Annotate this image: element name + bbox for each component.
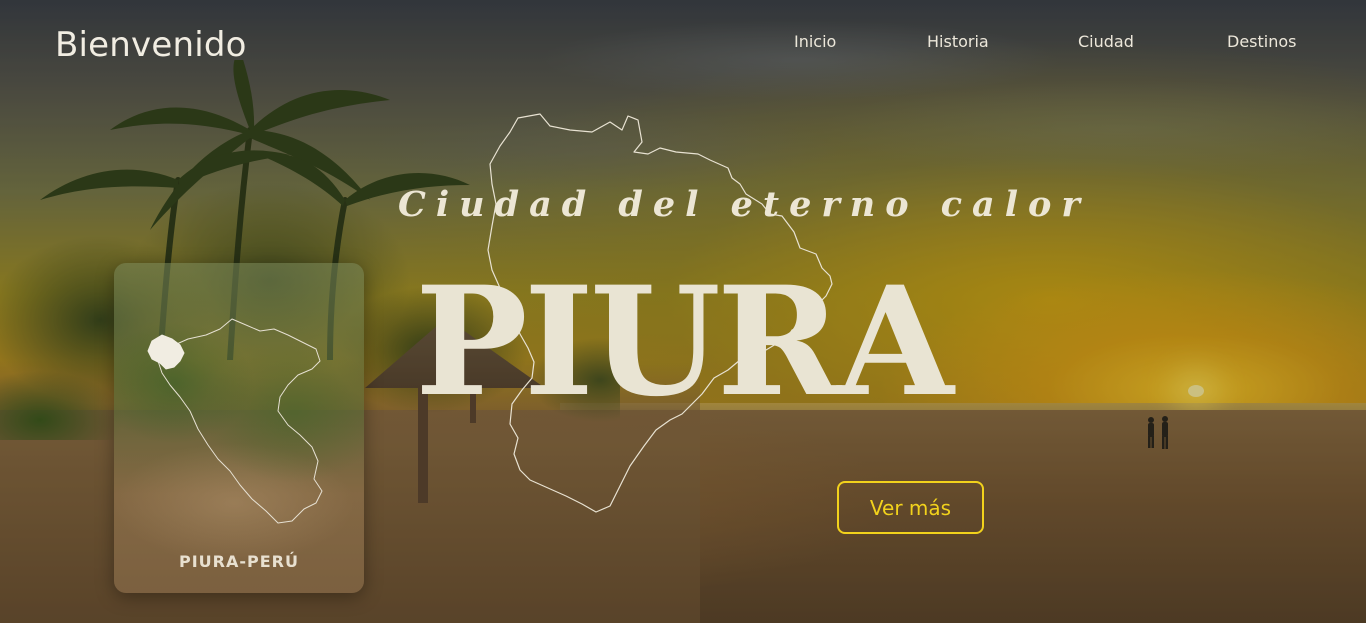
hero-tagline: Ciudad del eterno calor	[398, 184, 1090, 225]
hero-title: PIURA	[415, 254, 954, 430]
nav-link-inicio[interactable]: Inicio	[794, 32, 836, 51]
nav-link-historia[interactable]: Historia	[927, 32, 989, 51]
peru-map-icon	[147, 318, 323, 524]
location-card[interactable]: PIURA-PERÚ	[114, 263, 364, 593]
card-caption: PIURA-PERÚ	[179, 552, 299, 571]
nav-link-ciudad[interactable]: Ciudad	[1078, 32, 1134, 51]
nav-link-destinos[interactable]: Destinos	[1227, 32, 1296, 51]
main-nav: Inicio Historia Ciudad Destinos	[0, 32, 1366, 54]
see-more-button[interactable]: Ver más	[837, 481, 984, 534]
